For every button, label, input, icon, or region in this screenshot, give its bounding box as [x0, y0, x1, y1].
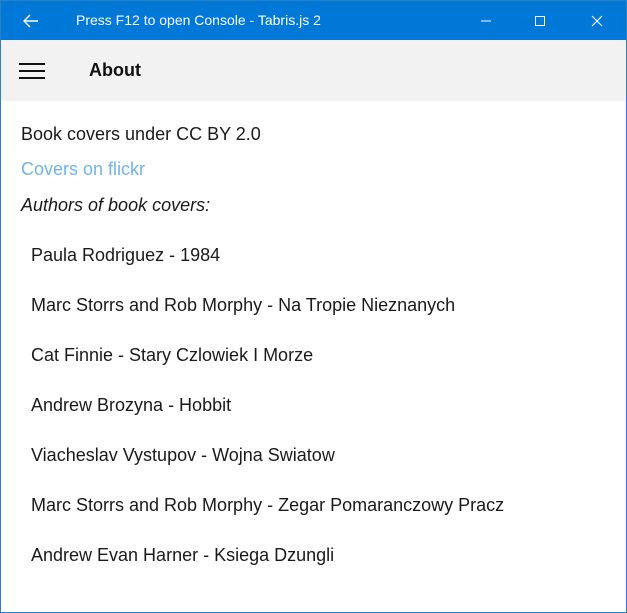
authors-heading: Authors of book covers:: [21, 195, 211, 215]
license-text: Book covers under CC BY 2.0: [21, 124, 261, 144]
back-arrow-icon[interactable]: [11, 1, 51, 40]
list-item: Marc Storrs and Rob Morphy - Zegar Pomar…: [31, 495, 505, 515]
list-item: Cat Finnie - Stary Czlowiek I Morze: [31, 345, 314, 365]
list-item: Viacheslav Vystupov - Wojna Swiatow: [31, 445, 335, 465]
authors-list: Paula Rodriguez - 1984 Marc Storrs and R…: [31, 243, 504, 593]
minimize-icon: [481, 20, 491, 21]
close-icon: [591, 15, 603, 26]
maximize-icon: [535, 15, 545, 26]
title-bar: Press F12 to open Console - Tabris.js 2: [1, 1, 626, 40]
hamburger-menu-icon[interactable]: [13, 57, 51, 85]
minimize-button[interactable]: [463, 1, 509, 40]
list-item: Andrew Evan Harner - Ksiega Dzungli: [31, 545, 335, 565]
app-header: About: [1, 40, 626, 101]
page-title: About: [89, 60, 141, 80]
list-item: Paula Rodriguez - 1984: [31, 245, 221, 265]
list-item: Marc Storrs and Rob Morphy - Na Tropie N…: [31, 295, 456, 315]
flickr-link[interactable]: Covers on flickr: [21, 157, 145, 181]
list-item: Andrew Brozyna - Hobbit: [31, 395, 232, 415]
window-title: Press F12 to open Console - Tabris.js 2: [76, 12, 321, 28]
maximize-button[interactable]: [517, 1, 563, 40]
close-button[interactable]: [574, 1, 620, 40]
app-window: Press F12 to open Console - Tabris.js 2: [0, 0, 627, 613]
about-content: Book covers under CC BY 2.0 Covers on fl…: [1, 101, 626, 612]
